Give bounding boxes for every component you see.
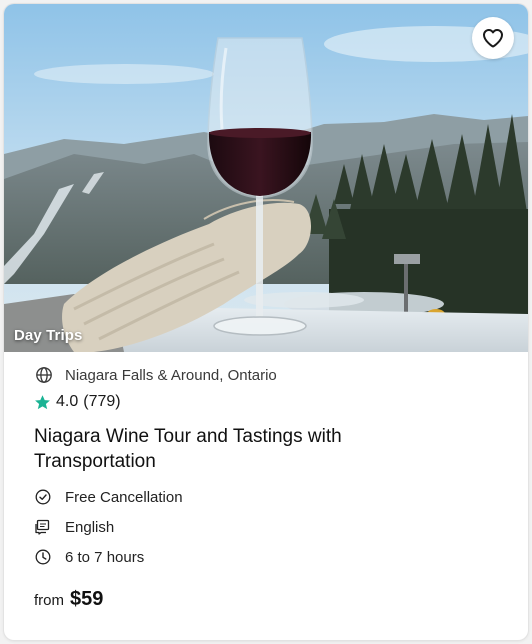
clock-icon bbox=[35, 549, 51, 565]
wishlist-button[interactable] bbox=[472, 17, 514, 59]
rating-summary[interactable]: 4.0 (779) bbox=[34, 390, 498, 414]
location-text: Niagara Falls & Around, Ontario bbox=[65, 366, 277, 384]
category-badge: Day Trips bbox=[14, 327, 83, 344]
language-icon bbox=[35, 519, 50, 535]
feature-item-language: English bbox=[34, 512, 498, 542]
star-icon bbox=[35, 394, 50, 409]
price-prefix: from bbox=[34, 592, 64, 609]
feature-label: Free Cancellation bbox=[65, 488, 183, 506]
feature-label: 6 to 7 hours bbox=[65, 548, 145, 566]
feature-list: Free Cancellation English 6 to 7 hours bbox=[34, 482, 498, 572]
tour-title[interactable]: Niagara Wine Tour and Tastings with Tran… bbox=[34, 424, 414, 474]
feature-label: English bbox=[65, 518, 115, 536]
tour-info: Niagara Falls & Around, Ontario 4.0 (779… bbox=[4, 352, 528, 611]
globe-icon bbox=[36, 367, 52, 383]
price-amount: $59 bbox=[70, 588, 104, 610]
check-circle-icon bbox=[35, 489, 51, 505]
heart-icon bbox=[483, 29, 503, 48]
tour-location: Niagara Falls & Around, Ontario bbox=[34, 364, 498, 386]
feature-item-cancellation: Free Cancellation bbox=[34, 482, 498, 512]
feature-item-duration: 6 to 7 hours bbox=[34, 542, 498, 572]
tour-image bbox=[4, 4, 528, 352]
review-count: (779) bbox=[83, 393, 121, 410]
tour-card[interactable]: Day Trips Niagara Falls & Around, Ontari… bbox=[4, 4, 528, 640]
rating-value: 4.0 bbox=[56, 393, 79, 410]
tour-photo[interactable]: Day Trips bbox=[4, 4, 528, 352]
price: from $59 bbox=[34, 588, 498, 611]
